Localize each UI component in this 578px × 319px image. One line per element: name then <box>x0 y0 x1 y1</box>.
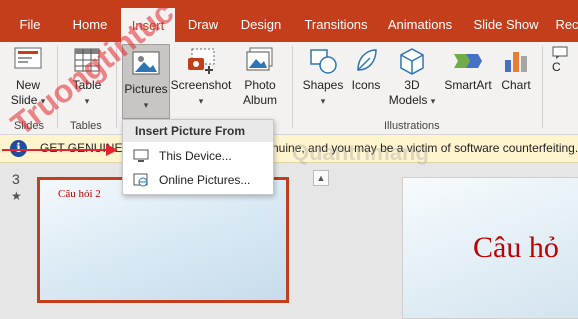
group-label-tables: Tables <box>70 120 102 132</box>
star-icon: ★ <box>11 189 22 203</box>
smartart-button[interactable]: SmartArt <box>440 46 496 93</box>
table-label: Table <box>72 78 102 92</box>
slide-thumbnail-title: Câu hỏi 2 <box>58 188 101 200</box>
pictures-label: Pictures <box>124 82 168 96</box>
slide-workspace: 3 ★ Câu hỏi 2 ▲ Câu hỏ <box>0 163 578 319</box>
new-slide-label: New <box>15 78 40 92</box>
chevron-down-icon: ▾ <box>430 96 436 106</box>
dropdown-header: Insert Picture From <box>123 120 273 142</box>
tab-home[interactable]: Home <box>64 0 116 42</box>
new-slide-button[interactable]: New Slide ▾ <box>6 46 50 109</box>
3d-models-label: 3D <box>404 78 420 92</box>
comment-icon <box>552 46 568 59</box>
menu-item-this-device[interactable]: This Device... <box>123 144 273 168</box>
genuine-warning-bar: i GET GENUINE O nuine, and you may be a … <box>0 135 578 163</box>
icons-button[interactable]: Icons <box>346 46 386 93</box>
group-separator <box>116 46 117 128</box>
table-icon <box>74 48 100 72</box>
pictures-button[interactable]: Pictures ▾ <box>122 44 170 119</box>
photo-album-label: Photo <box>244 78 276 92</box>
main-slide-canvas[interactable]: Câu hỏ <box>402 177 578 319</box>
icons-label: Icons <box>351 78 381 92</box>
cutoff-right-label: C <box>552 60 561 74</box>
group-separator <box>542 46 543 128</box>
screenshot-label: Screenshot <box>170 78 232 92</box>
online-pictures-icon <box>133 173 148 187</box>
ribbon-panel: New Slide ▾ Slides Table ▾ Tables Pictur… <box>0 42 578 135</box>
genuine-warning-left-text: GET GENUINE O <box>40 141 136 155</box>
chevron-down-icon: ▾ <box>143 100 149 110</box>
tab-design[interactable]: Design <box>236 0 286 42</box>
tab-transitions[interactable]: Transitions <box>300 0 372 42</box>
3d-cube-icon <box>400 48 424 75</box>
chevron-down-icon: ▾ <box>84 96 90 106</box>
chart-button[interactable]: Chart <box>496 46 536 93</box>
smartart-label: SmartArt <box>444 78 492 92</box>
tab-draw[interactable]: Draw <box>180 0 226 42</box>
chart-label: Chart <box>501 78 531 92</box>
chevron-down-icon: ▾ <box>40 96 46 106</box>
3d-models-button[interactable]: 3D Models ▾ <box>388 46 436 109</box>
menu-item-label: This Device... <box>159 149 232 163</box>
group-separator <box>292 46 293 128</box>
tab-file[interactable]: File <box>10 0 50 42</box>
group-label-illustrations: Illustrations <box>384 120 440 132</box>
group-label-slides: Slides <box>14 120 44 132</box>
main-slide-title[interactable]: Câu hỏ <box>473 231 559 265</box>
cutoff-right-button[interactable]: C <box>552 46 578 75</box>
slide-thumbnail[interactable]: Câu hỏi 2 <box>37 177 289 303</box>
pictures-icon <box>132 51 160 75</box>
shapes-button[interactable]: Shapes ▾ <box>300 46 346 109</box>
chart-icon <box>505 52 527 72</box>
screenshot-button[interactable]: Screenshot ▾ <box>170 46 232 109</box>
new-slide-label-2: Slide <box>10 93 38 107</box>
photo-album-icon <box>246 47 273 71</box>
photo-album-label-2: Album <box>242 93 277 107</box>
shapes-icon <box>310 49 337 74</box>
smartart-icon <box>454 54 482 68</box>
ribbon-tab-bar: File Home Insert Draw Design Transitions… <box>0 0 578 50</box>
insert-picture-dropdown: Insert Picture From This Device... Onlin… <box>122 119 274 195</box>
menu-item-label: Online Pictures... <box>159 173 251 187</box>
table-button[interactable]: Table ▾ <box>64 46 110 109</box>
group-separator <box>57 46 58 128</box>
3d-models-label-2: Models <box>388 93 428 107</box>
info-icon: i <box>10 140 27 157</box>
shapes-label: Shapes <box>302 78 344 92</box>
genuine-warning-right-text: nuine, and you may be a victim of softwa… <box>272 141 578 155</box>
icons-icon <box>357 49 377 71</box>
photo-album-button[interactable]: Photo Album <box>236 46 284 108</box>
tab-animations[interactable]: Animations <box>384 0 456 42</box>
menu-item-online-pictures[interactable]: Online Pictures... <box>123 168 273 192</box>
screenshot-icon <box>188 48 215 74</box>
new-slide-icon <box>14 47 42 69</box>
chevron-down-icon: ▾ <box>198 96 204 106</box>
tab-slide-show[interactable]: Slide Show <box>470 0 542 42</box>
chevron-down-icon: ▾ <box>320 96 326 106</box>
device-icon <box>133 149 149 162</box>
slide-number: 3 <box>12 171 20 187</box>
tab-record[interactable]: Rec <box>552 0 578 42</box>
scroll-up-button[interactable]: ▲ <box>313 170 329 186</box>
